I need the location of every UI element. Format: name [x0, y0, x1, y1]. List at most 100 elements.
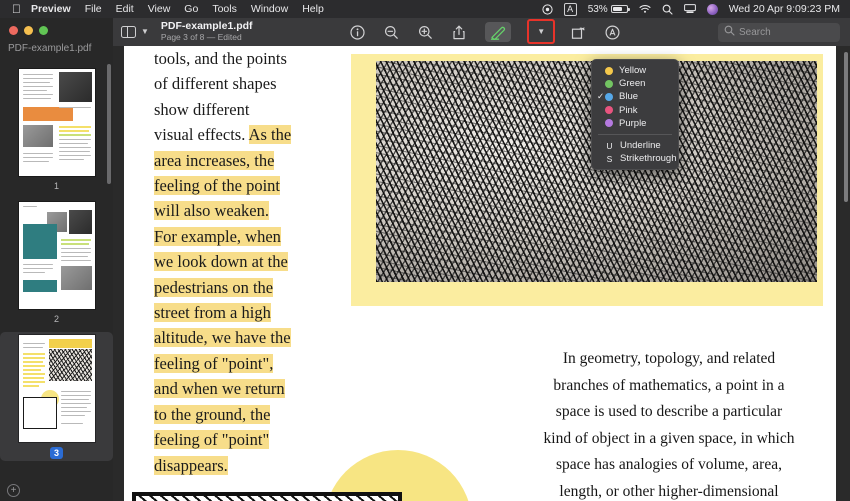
menu-item-edit[interactable]: Edit	[116, 3, 134, 15]
text-line-highlighted: we look down at the	[154, 252, 288, 272]
menu-item-help[interactable]: Help	[302, 3, 324, 15]
search-icon	[724, 23, 735, 41]
menu-label: Purple	[619, 117, 647, 129]
battery-indicator[interactable]: 53%	[587, 3, 630, 15]
figure-mesh-image	[351, 54, 823, 306]
text-line-highlighted: disappears.	[154, 455, 228, 475]
menu-item-file[interactable]: File	[85, 3, 102, 15]
menu-item-yellow[interactable]: Yellow	[592, 64, 678, 77]
menu-label: Pink	[619, 104, 638, 116]
text-line: length, or other higher-dimensional	[559, 482, 779, 500]
menu-item-purple[interactable]: Purple	[592, 117, 678, 130]
share-icon[interactable]	[452, 25, 466, 40]
highlight-options-button[interactable]: ▼	[527, 19, 556, 44]
text-line: In geometry, topology, and related	[562, 350, 776, 367]
maximize-button[interactable]	[39, 26, 48, 35]
text-line-highlighted: pedestrians on the	[154, 277, 274, 297]
menu-label: Green	[619, 78, 646, 90]
text-line: show different	[154, 99, 250, 119]
menu-item-preview[interactable]: Preview	[31, 3, 71, 15]
page-subtitle: Page 3 of 8 — Edited	[160, 32, 242, 43]
menu-item-pink[interactable]: Pink	[592, 104, 678, 117]
menu-item-green[interactable]: Green	[592, 77, 678, 90]
preview-window: PDF-example1.pdf 1 2 3 + ▼ PDF-example1.…	[0, 18, 850, 501]
page-3-preview	[18, 335, 95, 442]
page-3-number: 3	[49, 447, 63, 459]
chevron-down-icon: ▼	[537, 27, 546, 36]
spotlight-search-icon[interactable]	[662, 4, 673, 15]
close-button[interactable]	[9, 26, 18, 35]
menu-item-strikethrough[interactable]: S Strikethrough	[592, 152, 678, 165]
thumbnail-page-3[interactable]: 3	[0, 332, 113, 461]
zoom-out-icon[interactable]	[384, 25, 399, 40]
rotate-icon[interactable]	[571, 25, 586, 40]
text-line-highlighted: For example, when	[154, 226, 281, 246]
sidebar-document-title: PDF-example1.pdf	[8, 43, 92, 54]
text-line: of different shapes	[154, 74, 277, 94]
thumbnail-sidebar: PDF-example1.pdf 1 2 3 +	[0, 18, 113, 501]
thumbnail-page-1[interactable]: 1	[0, 66, 113, 193]
color-swatch-blue	[605, 92, 613, 101]
color-swatch-yellow	[605, 66, 613, 75]
menu-label: Blue	[619, 91, 639, 103]
battery-percent-label: 53%	[587, 3, 608, 15]
wifi-icon[interactable]	[639, 4, 651, 14]
pdf-page-3: tools, and the points of different shape…	[124, 46, 836, 501]
left-text-column: tools, and the points of different shape…	[154, 46, 329, 478]
menu-item-blue[interactable]: ✓ Blue	[592, 90, 678, 103]
text-line-highlighted: altitude, we have the	[154, 328, 291, 348]
text-line-highlighted: area increases, the	[154, 150, 275, 170]
control-center-icon[interactable]	[542, 3, 553, 15]
menu-label: Yellow	[619, 65, 647, 77]
sidebar-scrollbar[interactable]	[107, 64, 111, 184]
text-line: space is used to describe a particular	[555, 403, 783, 420]
input-source-indicator[interactable]: A	[563, 2, 577, 16]
text-line: tools, and the points	[154, 49, 287, 68]
color-swatch-green	[605, 79, 613, 88]
thumbnail-page-2[interactable]: 2	[0, 199, 113, 326]
page-1-number: 1	[53, 181, 59, 191]
text-line-highlighted: street from a high	[154, 303, 271, 323]
menu-item-tools[interactable]: Tools	[212, 3, 237, 15]
highlight-pen-button[interactable]	[485, 22, 512, 42]
menu-bar-status-area: A 53% Wed 20 Apr 9:09:23 PM	[542, 2, 840, 16]
checkmark-icon: ✓	[596, 91, 605, 102]
window-traffic-lights	[0, 18, 113, 35]
underline-icon: U	[606, 140, 613, 151]
highlight-color-menu[interactable]: Yellow Green ✓ Blue Pink Purple U Underl…	[591, 59, 679, 171]
strikethrough-icon: S	[606, 153, 613, 164]
text-line: kind of object in a given space, in whic…	[543, 429, 795, 447]
color-swatch-pink	[605, 106, 613, 115]
toolbar-right-group: Search	[718, 22, 850, 42]
zoom-in-icon[interactable]	[418, 25, 433, 40]
apple-icon[interactable]: 	[12, 3, 21, 15]
search-input[interactable]: Search	[718, 22, 840, 42]
document-title-block: PDF-example1.pdf Page 3 of 8 — Edited	[161, 21, 253, 42]
menu-item-view[interactable]: View	[148, 3, 171, 15]
highlight-pen-icon	[490, 25, 506, 40]
siri-icon[interactable]	[706, 3, 718, 15]
document-scrollbar[interactable]	[844, 52, 848, 202]
chevron-down-icon[interactable]: ▼	[141, 27, 149, 36]
document-canvas[interactable]: tools, and the points of different shape…	[113, 46, 850, 501]
right-text-column: In geometry, topology, and related branc…	[519, 346, 819, 501]
menu-label: Underline	[620, 140, 661, 152]
macos-menu-bar:  Preview File Edit View Go Tools Window…	[0, 0, 850, 18]
menu-item-window[interactable]: Window	[251, 3, 288, 15]
thumbnail-list[interactable]: 1 2 3	[0, 66, 113, 479]
minimize-button[interactable]	[24, 26, 33, 35]
toolbar-center-group: ▼	[253, 19, 718, 44]
text-line-highlighted: feeling of "point"	[154, 430, 270, 450]
add-page-button[interactable]: +	[7, 484, 20, 497]
menu-bar-clock[interactable]: Wed 20 Apr 9:09:23 PM	[729, 3, 840, 15]
page-2-number: 2	[53, 314, 59, 324]
screen-mirroring-icon[interactable]	[683, 4, 696, 14]
menu-item-go[interactable]: Go	[184, 3, 198, 15]
text-line: branches of mathematics, a point in a	[553, 376, 785, 394]
markup-icon[interactable]	[605, 24, 620, 40]
info-icon[interactable]	[350, 24, 365, 40]
bottom-image-content	[136, 496, 398, 501]
page-1-preview	[18, 69, 95, 176]
menu-item-underline[interactable]: U Underline	[592, 139, 678, 152]
sidebar-toggle-icon[interactable]	[121, 25, 136, 38]
